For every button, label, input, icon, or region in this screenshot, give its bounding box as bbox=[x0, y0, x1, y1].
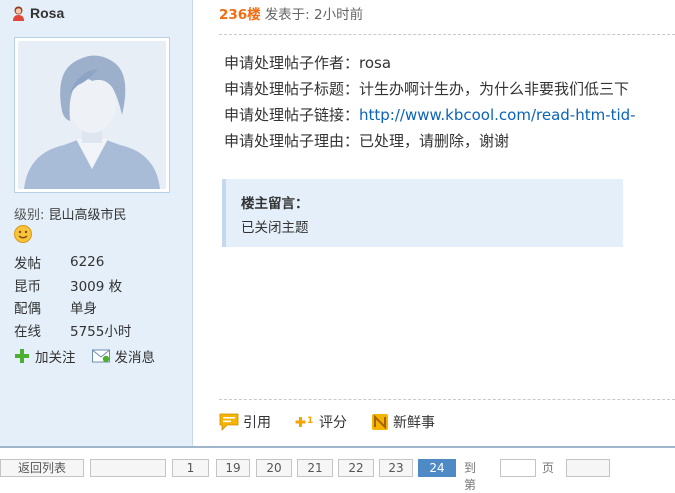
user-level: 级别: 昆山高级市民 bbox=[14, 204, 127, 223]
stat-value: 6226 bbox=[70, 254, 105, 271]
line-value: 已处理，请删除，谢谢 bbox=[359, 132, 510, 150]
line-label: 申请处理帖子链接： bbox=[224, 106, 360, 124]
owner-note: 楼主留言： 已关闭主题 bbox=[222, 179, 623, 247]
post-tools: 引用 1 评分 新鲜事 bbox=[219, 411, 459, 433]
stat-key: 在线 bbox=[14, 323, 41, 340]
page-link[interactable]: 19 bbox=[216, 459, 250, 477]
goto-page-input[interactable] bbox=[500, 459, 536, 477]
user-sidebar: Rosa 级别: 昆山高级市民 发帖 6226 昆币 3009 枚 配偶 单身 … bbox=[0, 0, 193, 446]
level-label: 级别: bbox=[14, 208, 45, 223]
pager-nav-button[interactable] bbox=[90, 459, 166, 477]
stat-posts: 发帖 6226 bbox=[14, 251, 131, 274]
female-user-icon bbox=[13, 6, 24, 21]
stat-key: 昆币 bbox=[14, 278, 41, 295]
quote-label: 引用 bbox=[243, 415, 271, 431]
fresh-news-icon bbox=[372, 414, 388, 430]
post-link[interactable]: http://www.kbcool.com/read-htm-tid- bbox=[359, 106, 636, 124]
rate-button[interactable]: 1 评分 bbox=[295, 412, 347, 432]
plus-icon bbox=[15, 349, 29, 363]
level-value: 昆山高级市民 bbox=[48, 208, 127, 223]
page-link[interactable]: 22 bbox=[338, 459, 374, 477]
user-header: Rosa bbox=[12, 4, 64, 22]
line-label: 申请处理帖子理由： bbox=[224, 132, 360, 150]
page-link[interactable]: 23 bbox=[379, 459, 413, 477]
content-line-link: 申请处理帖子链接：http://www.kbcool.com/read-htm-… bbox=[224, 102, 675, 128]
stat-coins: 昆币 3009 枚 bbox=[14, 274, 131, 297]
line-value: 计生办啊计生办，为什么非要我们低三下 bbox=[359, 80, 630, 98]
stat-key: 发帖 bbox=[14, 256, 41, 273]
back-to-list-button[interactable]: 返回列表 bbox=[0, 459, 84, 477]
fresh-news-button[interactable]: 新鲜事 bbox=[371, 412, 435, 432]
stat-value: 3009 枚 bbox=[70, 278, 123, 295]
follow-label: 加关注 bbox=[35, 350, 76, 366]
envelope-icon bbox=[91, 349, 110, 363]
pagination-divider bbox=[0, 446, 675, 448]
user-actions: 加关注 发消息 bbox=[14, 346, 155, 366]
default-avatar-image bbox=[18, 41, 166, 189]
current-page: 24 bbox=[418, 459, 456, 477]
line-label: 申请处理帖子标题： bbox=[224, 80, 360, 98]
content-line-author: 申请处理帖子作者：rosa bbox=[224, 50, 675, 76]
stat-value: 单身 bbox=[70, 301, 97, 318]
post-time: 发表于: 2小时前 bbox=[264, 7, 364, 23]
post-header: 236楼 发表于: 2小时前 bbox=[219, 3, 364, 23]
rate-label: 评分 bbox=[319, 415, 347, 431]
footer-divider bbox=[219, 399, 675, 400]
quote-button[interactable]: 引用 bbox=[219, 412, 271, 432]
plus-one-icon: 1 bbox=[295, 416, 313, 427]
quote-bubble-icon bbox=[219, 413, 239, 431]
page-link[interactable]: 21 bbox=[297, 459, 333, 477]
svg-text:1: 1 bbox=[307, 416, 313, 426]
page-link[interactable]: 20 bbox=[256, 459, 292, 477]
line-label: 申请处理帖子作者： bbox=[224, 54, 360, 72]
message-label: 发消息 bbox=[114, 350, 156, 366]
smiley-level-icon bbox=[14, 225, 32, 243]
follow-button[interactable]: 加关注 bbox=[14, 346, 76, 366]
post-content: 申请处理帖子作者：rosa 申请处理帖子标题：计生办啊计生办，为什么非要我们低三… bbox=[224, 50, 675, 154]
content-line-title: 申请处理帖子标题：计生办啊计生办，为什么非要我们低三下 bbox=[224, 76, 675, 102]
stat-online: 在线 5755小时 bbox=[14, 319, 131, 342]
stat-spouse: 配偶 单身 bbox=[14, 296, 131, 319]
owner-note-title: 楼主留言： bbox=[241, 196, 309, 212]
owner-note-text: 已关闭主题 bbox=[241, 220, 309, 236]
floor-number[interactable]: 236楼 bbox=[219, 3, 261, 23]
stat-value: 5755小时 bbox=[70, 323, 132, 340]
avatar[interactable] bbox=[14, 37, 170, 193]
header-divider bbox=[219, 34, 675, 35]
page-link[interactable]: 1 bbox=[172, 459, 209, 477]
goto-label: 到第 bbox=[464, 461, 477, 492]
fresh-news-label: 新鲜事 bbox=[393, 415, 435, 431]
stat-key: 配偶 bbox=[14, 301, 41, 318]
back-label: 返回列表 bbox=[17, 461, 66, 475]
user-name[interactable]: Rosa bbox=[30, 5, 64, 21]
content-line-reason: 申请处理帖子理由：已处理，请删除，谢谢 bbox=[224, 128, 675, 154]
user-stats: 发帖 6226 昆币 3009 枚 配偶 单身 在线 5755小时 bbox=[14, 251, 131, 341]
page-unit-label: 页 bbox=[542, 461, 555, 475]
message-button[interactable]: 发消息 bbox=[91, 346, 156, 366]
goto-button[interactable] bbox=[566, 459, 610, 477]
line-value: rosa bbox=[359, 54, 392, 72]
